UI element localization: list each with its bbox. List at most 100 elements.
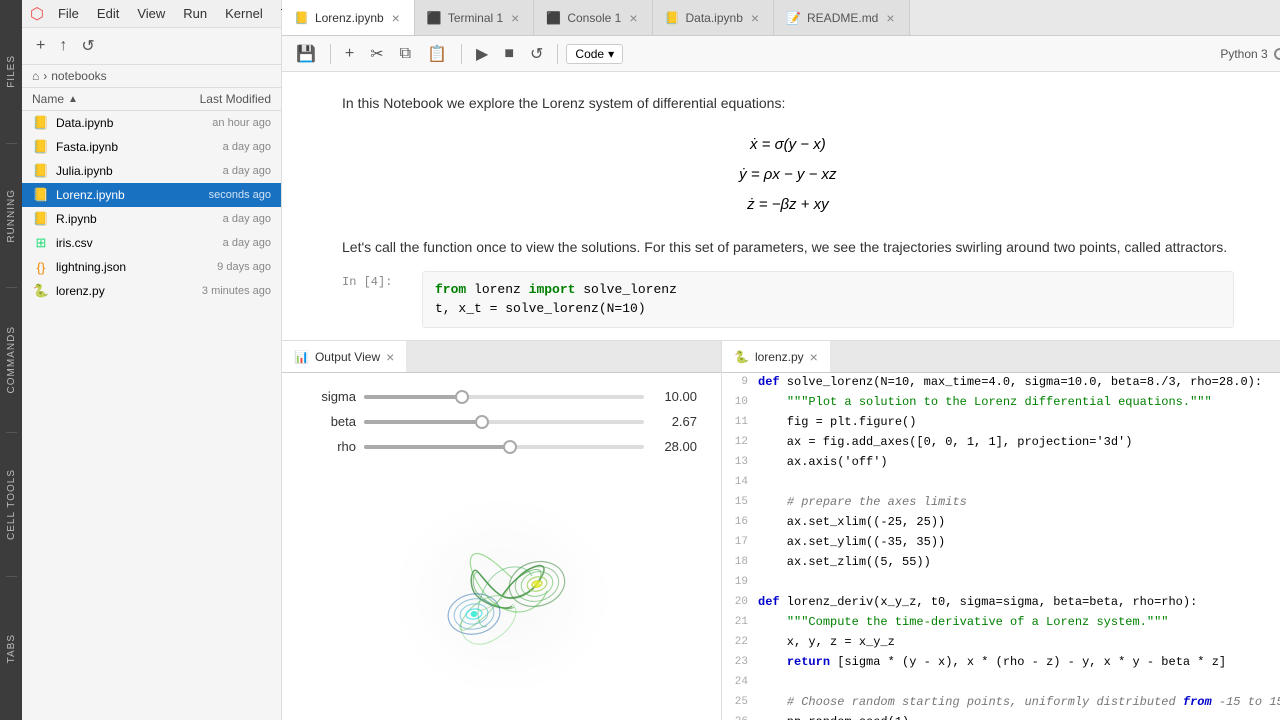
- file-item[interactable]: 📒 Lorenz.ipynb seconds ago: [22, 183, 281, 207]
- tab-data-ipynb[interactable]: 📒 Data.ipynb ×: [653, 0, 775, 35]
- tab-close-icon[interactable]: ×: [749, 10, 761, 26]
- file-icon: ⊞: [32, 234, 50, 252]
- line-number: 13: [722, 453, 758, 473]
- cell-type-select[interactable]: Code ▾: [566, 44, 623, 64]
- code-line: 14: [722, 473, 1280, 493]
- file-name: iris.csv: [56, 236, 171, 250]
- run-button[interactable]: ▶: [470, 40, 494, 68]
- line-number: 10: [722, 393, 758, 413]
- menu-kernel[interactable]: Kernel: [217, 4, 271, 23]
- file-item[interactable]: 📒 Data.ipynb an hour ago: [22, 111, 281, 135]
- slider-value-sigma: 10.00: [652, 389, 697, 404]
- app-logo: ⬡: [30, 4, 44, 24]
- tab-bar: 📒 Lorenz.ipynb × ⬛ Terminal 1 × ⬛ Consol…: [282, 0, 1280, 36]
- folder-name[interactable]: notebooks: [51, 69, 106, 83]
- file-item[interactable]: 🐍 lorenz.py 3 minutes ago: [22, 279, 281, 303]
- upload-button[interactable]: ↑: [55, 35, 71, 57]
- lorenz-py-tab[interactable]: 🐍 lorenz.py ×: [722, 341, 830, 372]
- code-viewer-close-icon[interactable]: ×: [810, 349, 818, 365]
- tab-readme-md[interactable]: 📝 README.md ×: [774, 0, 909, 35]
- line-number: 20: [722, 593, 758, 613]
- sidebar-label-files[interactable]: Files: [6, 47, 17, 96]
- line-code: ax.axis('off'): [758, 453, 1280, 473]
- paste-button[interactable]: 📋: [421, 40, 453, 68]
- line-number: 11: [722, 413, 758, 433]
- tab-terminal-1[interactable]: ⬛ Terminal 1 ×: [415, 0, 535, 35]
- sidebar-label-commands[interactable]: Commands: [6, 318, 17, 401]
- file-item[interactable]: 📒 Fasta.ipynb a day ago: [22, 135, 281, 159]
- tab-close-icon[interactable]: ×: [509, 10, 521, 26]
- tab-icon: 📒: [665, 11, 680, 25]
- bottom-split: 📊 Output View × sigma 10.00 beta 2.67 rh…: [282, 340, 1280, 720]
- file-modified: a day ago: [171, 141, 271, 153]
- line-number: 25: [722, 693, 758, 713]
- sidebar-label-tabs[interactable]: Tabs: [6, 626, 17, 671]
- save-button[interactable]: 💾: [290, 40, 322, 68]
- file-item[interactable]: ⊞ iris.csv a day ago: [22, 231, 281, 255]
- home-icon[interactable]: ⌂: [32, 69, 39, 83]
- line-code: # Choose random starting points, uniform…: [758, 693, 1280, 713]
- file-name: Fasta.ipynb: [56, 140, 171, 154]
- col-modified-header[interactable]: Last Modified: [161, 92, 271, 106]
- menu-file[interactable]: File: [50, 4, 87, 23]
- slider-track-sigma[interactable]: [364, 395, 644, 399]
- col-name-header[interactable]: Name ▲: [32, 92, 161, 106]
- output-view-tab[interactable]: 📊 Output View ×: [282, 341, 406, 372]
- line-number: 15: [722, 493, 758, 513]
- menu-view[interactable]: View: [129, 4, 173, 23]
- cut-button[interactable]: ✂: [364, 40, 389, 68]
- file-list-headers: Name ▲ Last Modified: [22, 88, 281, 111]
- code-viewer-tab-label: lorenz.py: [755, 350, 804, 364]
- new-file-button[interactable]: +: [32, 35, 49, 57]
- line-code: return [sigma * (y - x), x * (rho - z) -…: [758, 653, 1280, 673]
- file-icon: {}: [32, 258, 50, 276]
- slider-track-rho[interactable]: [364, 445, 644, 449]
- sliders-area: sigma 10.00 beta 2.67 rho 28.00: [282, 373, 721, 472]
- sidebar-label-running[interactable]: Running: [6, 181, 17, 251]
- add-cell-button[interactable]: +: [339, 41, 360, 67]
- output-tab-label: Output View: [315, 350, 380, 364]
- line-number: 26: [722, 713, 758, 720]
- output-tab-close-icon[interactable]: ×: [386, 349, 394, 365]
- tab-console-1[interactable]: ⬛ Console 1 ×: [534, 0, 652, 35]
- restart-button[interactable]: ↺: [524, 40, 549, 68]
- sidebar-section-running[interactable]: Running: [6, 144, 17, 288]
- copy-button[interactable]: ⧉: [394, 41, 417, 67]
- tab-close-icon[interactable]: ×: [390, 10, 402, 26]
- path-separator: ›: [43, 69, 47, 83]
- file-modified: 9 days ago: [171, 261, 271, 273]
- slider-track-beta[interactable]: [364, 420, 644, 424]
- file-icon: 📒: [32, 138, 50, 156]
- tab-close-icon[interactable]: ×: [627, 10, 639, 26]
- slider-row-sigma: sigma 10.00: [306, 389, 697, 404]
- sidebar-section-tabs[interactable]: Tabs: [6, 577, 17, 720]
- code-block[interactable]: from lorenz import solve_lorenz t, x_t =…: [422, 271, 1234, 328]
- sidebar-section-files[interactable]: Files: [6, 0, 17, 144]
- output-view-pane: 📊 Output View × sigma 10.00 beta 2.67 rh…: [282, 341, 722, 720]
- file-item[interactable]: {} lightning.json 9 days ago: [22, 255, 281, 279]
- line-code: """Compute the time-derivative of a Lore…: [758, 613, 1280, 633]
- line-number: 14: [722, 473, 758, 493]
- menu-bar: ⬡ File Edit View Run Kernel Tabs Setting…: [22, 0, 281, 28]
- line-code: ax.set_xlim((-25, 25)): [758, 513, 1280, 533]
- tab-lorenz-ipynb[interactable]: 📒 Lorenz.ipynb ×: [282, 0, 415, 35]
- sidebar-section-commands[interactable]: Commands: [6, 288, 17, 432]
- menu-edit[interactable]: Edit: [89, 4, 127, 23]
- sidebar-section-cell-tools[interactable]: Cell Tools: [6, 433, 17, 577]
- lorenz-attractor-plot: [392, 496, 612, 696]
- stop-button[interactable]: ■: [498, 41, 520, 67]
- tab-label: Lorenz.ipynb: [315, 11, 384, 25]
- toolbar-divider-2: [461, 44, 462, 64]
- file-item[interactable]: 📒 Julia.ipynb a day ago: [22, 159, 281, 183]
- code-line-2: t, x_t = solve_lorenz(N=10): [435, 299, 1221, 319]
- sidebar-label-cell-tools[interactable]: Cell Tools: [6, 461, 17, 548]
- file-modified: 3 minutes ago: [171, 285, 271, 297]
- file-modified: a day ago: [171, 237, 271, 249]
- toolbar-divider-3: [557, 44, 558, 64]
- kernel-status: Python 3: [1220, 47, 1280, 61]
- refresh-button[interactable]: ↺: [77, 34, 98, 58]
- menu-run[interactable]: Run: [175, 4, 215, 23]
- file-item[interactable]: 📒 R.ipynb a day ago: [22, 207, 281, 231]
- tab-close-icon[interactable]: ×: [884, 10, 896, 26]
- output-tab-bar: 📊 Output View ×: [282, 341, 721, 373]
